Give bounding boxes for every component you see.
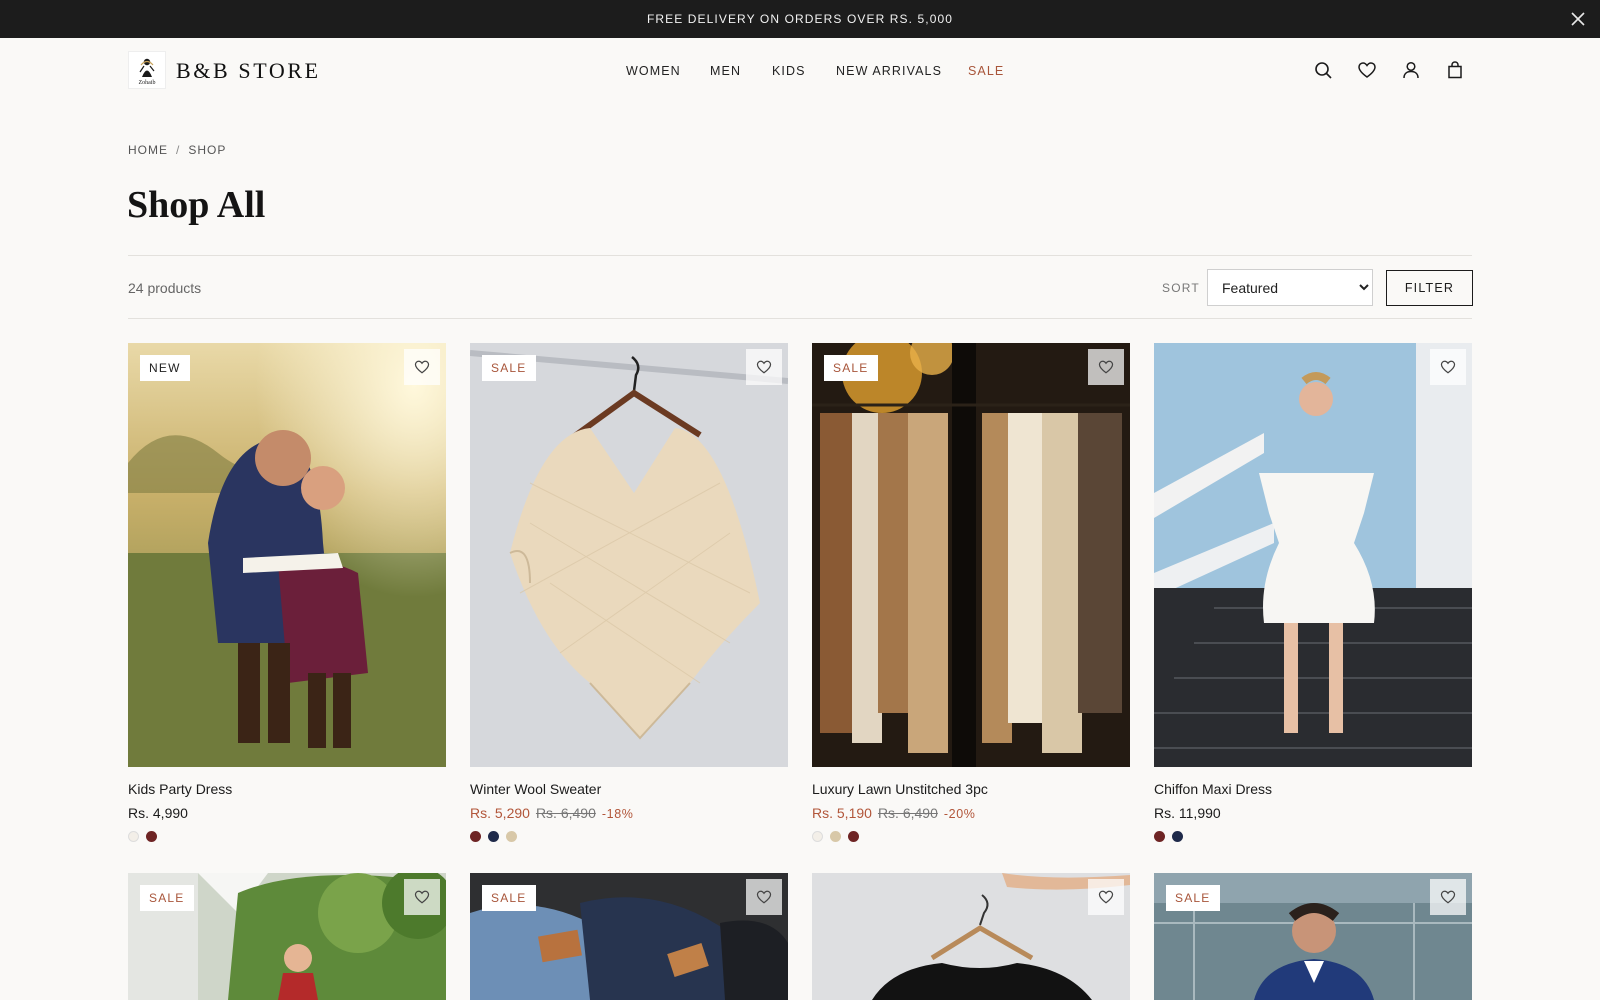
breadcrumb-home[interactable]: HOME bbox=[128, 143, 168, 157]
heart-icon bbox=[1440, 890, 1456, 904]
product-price-row: Rs. 11,990 bbox=[1154, 805, 1221, 821]
nav-kids[interactable]: KIDS bbox=[772, 64, 806, 78]
product-discount: -20% bbox=[943, 807, 976, 821]
swatch-beige[interactable] bbox=[506, 831, 517, 842]
search-icon[interactable] bbox=[1312, 59, 1334, 81]
close-icon[interactable] bbox=[1568, 9, 1588, 29]
swatch-maroon[interactable] bbox=[470, 831, 481, 842]
product-name[interactable]: Winter Wool Sweater bbox=[470, 781, 601, 797]
swatch-maroon[interactable] bbox=[1154, 831, 1165, 842]
bag-icon[interactable] bbox=[1444, 59, 1466, 81]
wishlist-button[interactable] bbox=[746, 879, 782, 915]
breadcrumb-current: SHOP bbox=[188, 143, 227, 157]
wishlist-button[interactable] bbox=[404, 879, 440, 915]
heart-icon bbox=[756, 890, 772, 904]
filter-button[interactable]: FILTER bbox=[1386, 270, 1473, 306]
product-image[interactable]: SALE bbox=[470, 873, 788, 1000]
product-price-row: Rs. 5,190 Rs. 6,490 -20% bbox=[812, 805, 975, 821]
product-image[interactable] bbox=[1154, 343, 1472, 767]
heart-icon bbox=[1098, 890, 1114, 904]
new-badge: NEW bbox=[140, 355, 190, 381]
promo-bar: FREE DELIVERY ON ORDERS OVER RS. 5,000 bbox=[0, 0, 1600, 38]
heart-icon bbox=[1098, 360, 1114, 374]
heart-icon bbox=[756, 360, 772, 374]
product-original-price: Rs. 6,490 bbox=[877, 805, 938, 821]
swatch-maroon[interactable] bbox=[848, 831, 859, 842]
wishlist-button[interactable] bbox=[1088, 349, 1124, 385]
product-name[interactable]: Luxury Lawn Unstitched 3pc bbox=[812, 781, 988, 797]
sweater-on-hanger-photo bbox=[470, 343, 788, 767]
product-image[interactable]: SALE bbox=[128, 873, 446, 1000]
product-image[interactable]: SALE bbox=[470, 343, 788, 767]
product-image[interactable]: SALE bbox=[1154, 873, 1472, 1000]
swatch-navy[interactable] bbox=[488, 831, 499, 842]
product-name[interactable]: Chiffon Maxi Dress bbox=[1154, 781, 1272, 797]
product-price: Rs. 4,990 bbox=[128, 805, 188, 821]
sale-badge: SALE bbox=[1166, 885, 1220, 911]
logo[interactable]: Zohaib bbox=[128, 51, 166, 89]
heart-icon bbox=[414, 890, 430, 904]
sale-badge: SALE bbox=[140, 885, 194, 911]
product-image[interactable] bbox=[812, 873, 1130, 1000]
white-dress-stairs-photo bbox=[1154, 343, 1472, 767]
black-tee-hanger-photo bbox=[812, 873, 1130, 1000]
swatch-beige[interactable] bbox=[830, 831, 841, 842]
wishlist-button[interactable] bbox=[1088, 879, 1124, 915]
sale-badge: SALE bbox=[482, 355, 536, 381]
logo-mark-text: Zohaib bbox=[139, 80, 156, 86]
kids-reading-photo bbox=[128, 343, 446, 767]
wishlist-button[interactable] bbox=[1430, 349, 1466, 385]
product-price-row: Rs. 4,990 bbox=[128, 805, 188, 821]
product-name[interactable]: Kids Party Dress bbox=[128, 781, 232, 797]
nav-new-arrivals[interactable]: NEW ARRIVALS bbox=[836, 64, 942, 78]
swatch-maroon[interactable] bbox=[146, 831, 157, 842]
logo-mark-icon: Zohaib bbox=[139, 58, 156, 86]
store-name[interactable]: B&B STORE bbox=[176, 58, 321, 84]
sort-select[interactable]: Featured bbox=[1207, 269, 1373, 306]
breadcrumb-separator: / bbox=[176, 143, 181, 157]
swatch-navy[interactable] bbox=[1172, 831, 1183, 842]
clothing-rack-photo bbox=[812, 343, 1130, 767]
product-count: 24 products bbox=[128, 280, 202, 296]
sort-label: SORT bbox=[1162, 281, 1200, 295]
product-discount: -18% bbox=[601, 807, 634, 821]
divider-bottom bbox=[128, 318, 1472, 319]
product-sale-price: Rs. 5,290 bbox=[470, 805, 530, 821]
product-image[interactable]: NEW bbox=[128, 343, 446, 767]
wishlist-button[interactable] bbox=[1430, 879, 1466, 915]
promo-text: FREE DELIVERY ON ORDERS OVER RS. 5,000 bbox=[646, 12, 954, 26]
breadcrumb: HOME / SHOP bbox=[128, 143, 226, 157]
heart-icon[interactable] bbox=[1356, 59, 1378, 81]
nav-sale[interactable]: SALE bbox=[968, 64, 1004, 78]
swatch-ivory[interactable] bbox=[128, 831, 139, 842]
user-icon[interactable] bbox=[1400, 59, 1422, 81]
product-price: Rs. 11,990 bbox=[1154, 805, 1221, 821]
heart-icon bbox=[1440, 360, 1456, 374]
site-header: Zohaib B&B STORE WOMEN MEN KIDS NEW ARRI… bbox=[0, 38, 1600, 102]
product-sale-price: Rs. 5,190 bbox=[812, 805, 872, 821]
product-original-price: Rs. 6,490 bbox=[535, 805, 596, 821]
sale-badge: SALE bbox=[824, 355, 878, 381]
heart-icon bbox=[414, 360, 430, 374]
product-image[interactable]: SALE bbox=[812, 343, 1130, 767]
page-title: Shop All bbox=[127, 184, 266, 226]
nav-men[interactable]: MEN bbox=[710, 64, 741, 78]
divider-top bbox=[128, 255, 1472, 256]
sale-badge: SALE bbox=[482, 885, 536, 911]
swatch-ivory[interactable] bbox=[812, 831, 823, 842]
wishlist-button[interactable] bbox=[404, 349, 440, 385]
nav-women[interactable]: WOMEN bbox=[626, 64, 681, 78]
product-price-row: Rs. 5,290 Rs. 6,490 -18% bbox=[470, 805, 633, 821]
wishlist-button[interactable] bbox=[746, 349, 782, 385]
